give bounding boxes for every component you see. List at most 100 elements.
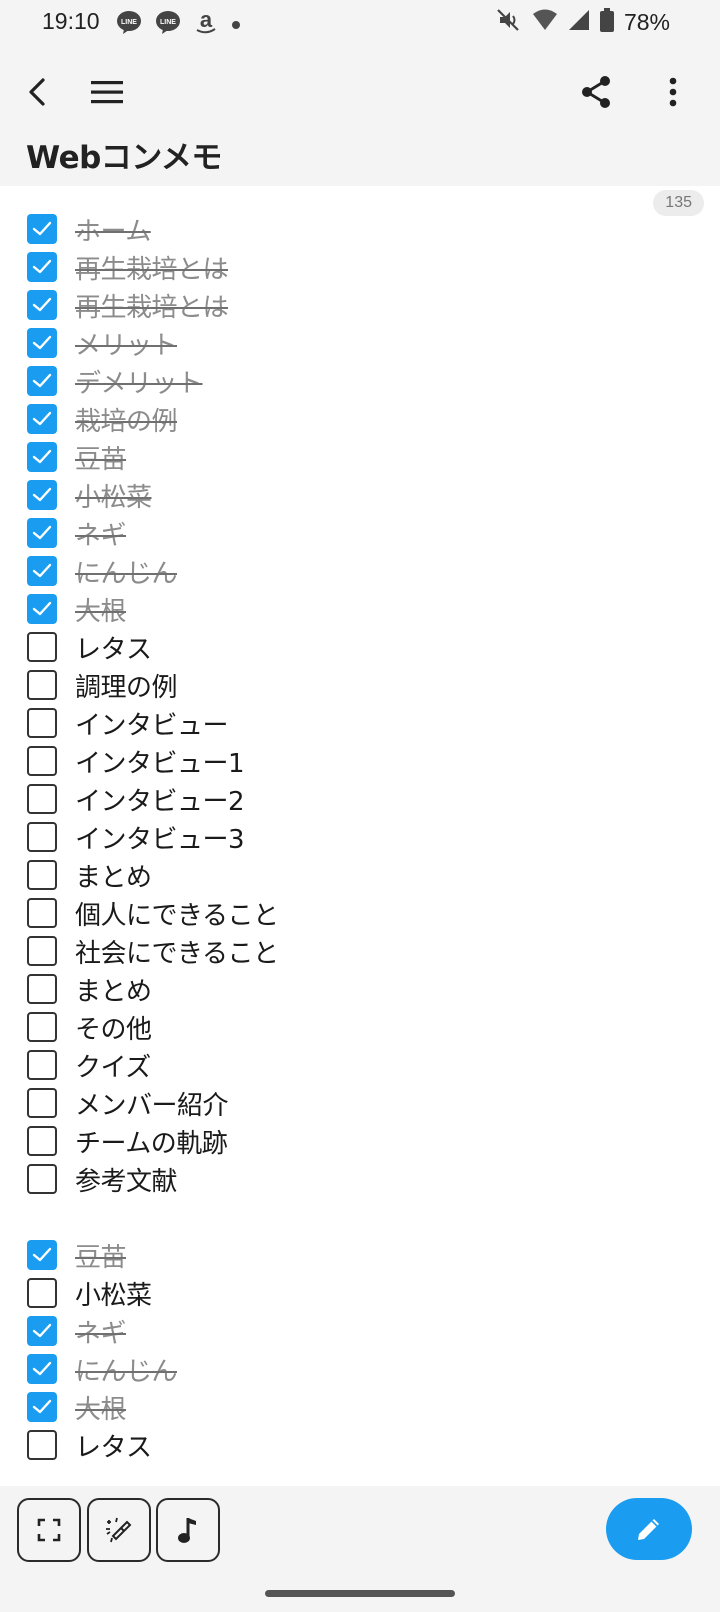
checklist-item[interactable]: 参考文献 <box>0 1160 720 1198</box>
back-arrow-icon <box>29 78 45 106</box>
checklist-item[interactable]: 大根 <box>0 590 720 628</box>
music-button[interactable] <box>156 1498 220 1562</box>
checkbox-unchecked[interactable] <box>27 936 57 966</box>
checklist-item[interactable]: まとめ <box>0 856 720 894</box>
fullscreen-button[interactable] <box>17 1498 81 1562</box>
checkbox-unchecked[interactable] <box>27 784 57 814</box>
checklist-item[interactable]: 豆苗 <box>0 438 720 476</box>
checklist-item[interactable]: 豆苗 <box>0 1236 720 1274</box>
hamburger-icon <box>91 81 123 104</box>
checkbox-checked[interactable] <box>27 442 57 472</box>
checkbox-checked[interactable] <box>27 328 57 358</box>
check-icon <box>32 487 52 502</box>
checklist-item-label: インタビュー3 <box>75 824 245 855</box>
music-note-icon <box>178 1518 196 1543</box>
share-button[interactable] <box>572 68 620 116</box>
checkbox-checked[interactable] <box>27 594 57 624</box>
checkbox-unchecked[interactable] <box>27 746 57 776</box>
checkbox-unchecked[interactable] <box>27 1126 57 1156</box>
checklist-item-label: レタス <box>75 634 152 665</box>
check-icon <box>32 1399 52 1414</box>
checklist-item[interactable]: レタス <box>0 628 720 666</box>
check-icon <box>32 1247 52 1262</box>
checkbox-checked[interactable] <box>27 1240 57 1270</box>
checkbox-checked[interactable] <box>27 290 57 320</box>
checklist-item-label: 小松菜 <box>75 1280 152 1311</box>
checklist-item[interactable]: レタス <box>0 1426 720 1464</box>
checkbox-checked[interactable] <box>27 404 57 434</box>
checkbox-unchecked[interactable] <box>27 822 57 852</box>
checkbox-unchecked[interactable] <box>27 974 57 1004</box>
checklist-item-label: インタビュー <box>75 710 229 741</box>
checkbox-checked[interactable] <box>27 1316 57 1346</box>
checklist-item[interactable]: ネギ <box>0 1312 720 1350</box>
checkbox-unchecked[interactable] <box>27 632 57 662</box>
checklist-item[interactable]: インタビュー <box>0 704 720 742</box>
checklist-item[interactable]: メリット <box>0 324 720 362</box>
checkbox-unchecked[interactable] <box>27 1050 57 1080</box>
checklist-item[interactable]: インタビュー2 <box>0 780 720 818</box>
checklist-item[interactable]: メンバー紹介 <box>0 1084 720 1122</box>
checkbox-unchecked[interactable] <box>27 670 57 700</box>
checklist-item[interactable]: インタビュー3 <box>0 818 720 856</box>
back-button[interactable] <box>14 68 62 116</box>
checklist-item[interactable]: 栽培の例 <box>0 400 720 438</box>
more-options-button[interactable] <box>649 68 697 116</box>
svg-text:LINE: LINE <box>160 19 176 26</box>
checklist-item-label: 調理の例 <box>75 672 178 703</box>
checklist-item[interactable]: その他 <box>0 1008 720 1046</box>
magic-wand-button[interactable] <box>87 1498 151 1562</box>
check-icon <box>32 259 52 274</box>
pencil-icon <box>638 1519 659 1540</box>
checkbox-unchecked[interactable] <box>27 708 57 738</box>
checkbox-checked[interactable] <box>27 556 57 586</box>
checklist-item-label: 再生栽培とは <box>75 254 229 285</box>
checklist-item-label: 社会にできること <box>75 938 279 969</box>
checklist-item[interactable]: 個人にできること <box>0 894 720 932</box>
checklist-item-label: ホーム <box>75 216 151 247</box>
checkbox-checked[interactable] <box>27 1392 57 1422</box>
checkbox-unchecked[interactable] <box>27 1164 57 1194</box>
checklist-item-label: デメリット <box>75 368 203 399</box>
checklist-item[interactable]: デメリット <box>0 362 720 400</box>
note-body[interactable]: 135 ホーム 再生栽培とは 再生栽培とは メリット デメリット 栽培の例 豆苗 小松菜 ネギに… <box>0 186 720 1486</box>
checklist-item[interactable]: 大根 <box>0 1388 720 1426</box>
checklist-item[interactable]: 調理の例 <box>0 666 720 704</box>
checkbox-unchecked[interactable] <box>27 898 57 928</box>
edit-fab[interactable] <box>606 1498 692 1560</box>
wifi-icon <box>532 9 558 35</box>
check-icon <box>32 601 52 616</box>
checklist-item[interactable]: 社会にできること <box>0 932 720 970</box>
checklist-item[interactable]: ホーム <box>0 210 720 248</box>
checkbox-unchecked[interactable] <box>27 1012 57 1042</box>
checklist-item[interactable]: チームの軌跡 <box>0 1122 720 1160</box>
menu-button[interactable] <box>83 68 131 116</box>
checklist-item[interactable]: 小松菜 <box>0 476 720 514</box>
checkbox-checked[interactable] <box>27 1354 57 1384</box>
home-indicator[interactable] <box>265 1590 455 1597</box>
checklist-item[interactable]: 小松菜 <box>0 1274 720 1312</box>
checkbox-unchecked[interactable] <box>27 860 57 890</box>
signal-icon <box>568 9 590 35</box>
checklist-item[interactable]: クイズ <box>0 1046 720 1084</box>
checklist-item[interactable]: インタビュー1 <box>0 742 720 780</box>
checklist-item[interactable]: ネギ <box>0 514 720 552</box>
checklist-item[interactable]: 再生栽培とは <box>0 286 720 324</box>
checkbox-unchecked[interactable] <box>27 1278 57 1308</box>
checklist-item[interactable]: にんじん <box>0 552 720 590</box>
checklist-item[interactable]: 再生栽培とは <box>0 248 720 286</box>
checkbox-unchecked[interactable] <box>27 1088 57 1118</box>
checklist-item[interactable]: まとめ <box>0 970 720 1008</box>
checkbox-checked[interactable] <box>27 214 57 244</box>
note-title[interactable]: Webコンメモ <box>26 132 222 177</box>
checkbox-unchecked[interactable] <box>27 1430 57 1460</box>
check-icon <box>32 221 52 236</box>
checklist-item-label: にんじん <box>75 558 178 589</box>
checkbox-checked[interactable] <box>27 518 57 548</box>
checkbox-checked[interactable] <box>27 366 57 396</box>
checklist-item-label: まとめ <box>75 976 152 1007</box>
checklist-item[interactable]: にんじん <box>0 1350 720 1388</box>
checkbox-checked[interactable] <box>27 480 57 510</box>
checkbox-checked[interactable] <box>27 252 57 282</box>
